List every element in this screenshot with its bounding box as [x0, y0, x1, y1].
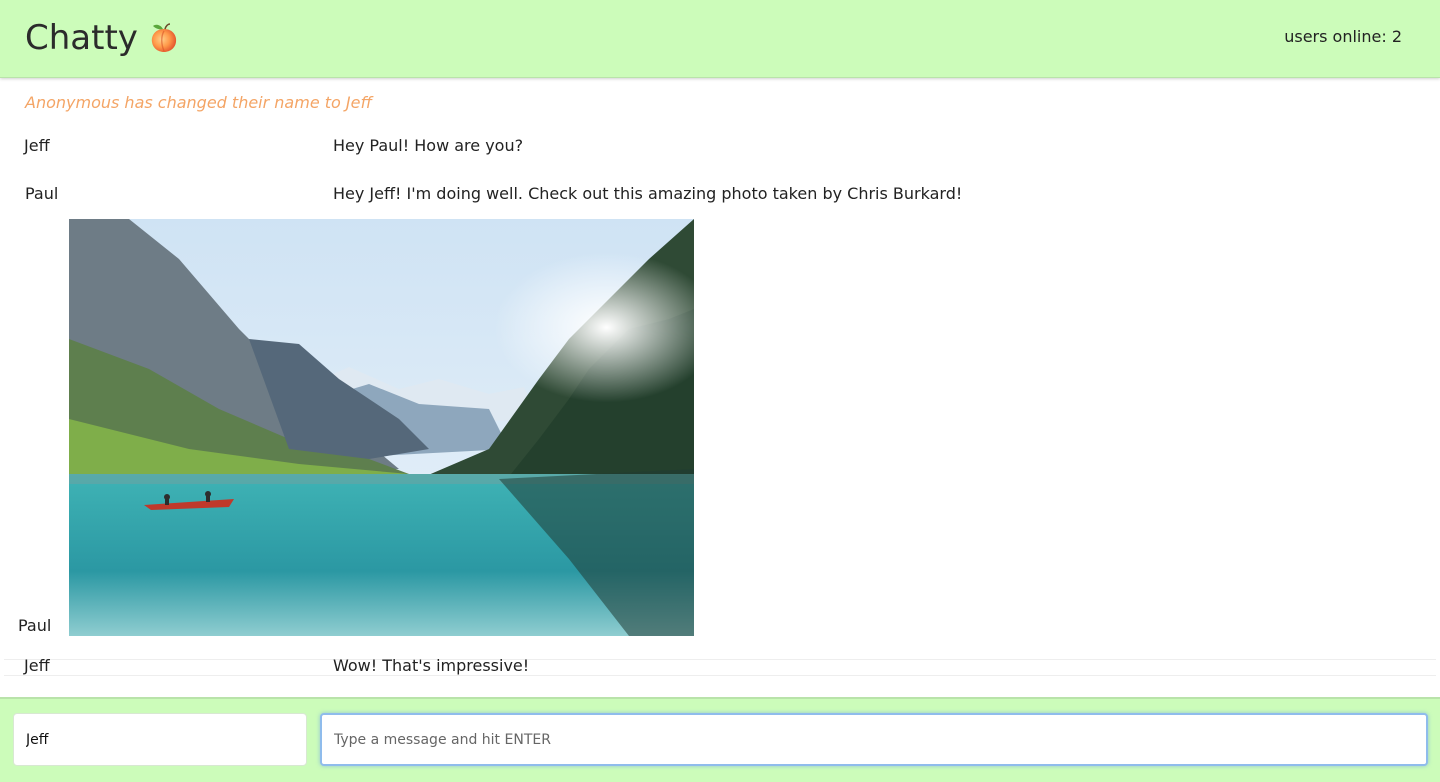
message-input[interactable] [320, 713, 1428, 766]
message-content: Wow! That's impressive! [333, 656, 530, 675]
peach-icon [151, 23, 177, 52]
message-list: Anonymous has changed their name to Jeff… [0, 79, 1440, 697]
message-username: Jeff [24, 656, 50, 675]
mountain-lake-canoe-photo [69, 219, 694, 636]
message-username: Paul [25, 184, 59, 203]
message-content: Hey Jeff! I'm doing well. Check out this… [333, 184, 963, 203]
message-content: Hey Paul! How are you? [333, 136, 524, 155]
divider [4, 675, 1436, 676]
users-online-count: users online: 2 [1284, 27, 1402, 46]
navbar: Chatty users online: 2 [0, 0, 1440, 78]
system-notification: Anonymous has changed their name to Jeff [25, 93, 372, 112]
divider [4, 659, 1436, 660]
image-message-row: Paul [0, 219, 1440, 637]
composer-bar [0, 697, 1440, 782]
message-username: Paul [18, 616, 52, 635]
username-input[interactable] [13, 713, 307, 766]
brand[interactable]: Chatty [25, 16, 180, 60]
message-username: Jeff [24, 136, 50, 155]
app-title: Chatty [25, 18, 138, 58]
